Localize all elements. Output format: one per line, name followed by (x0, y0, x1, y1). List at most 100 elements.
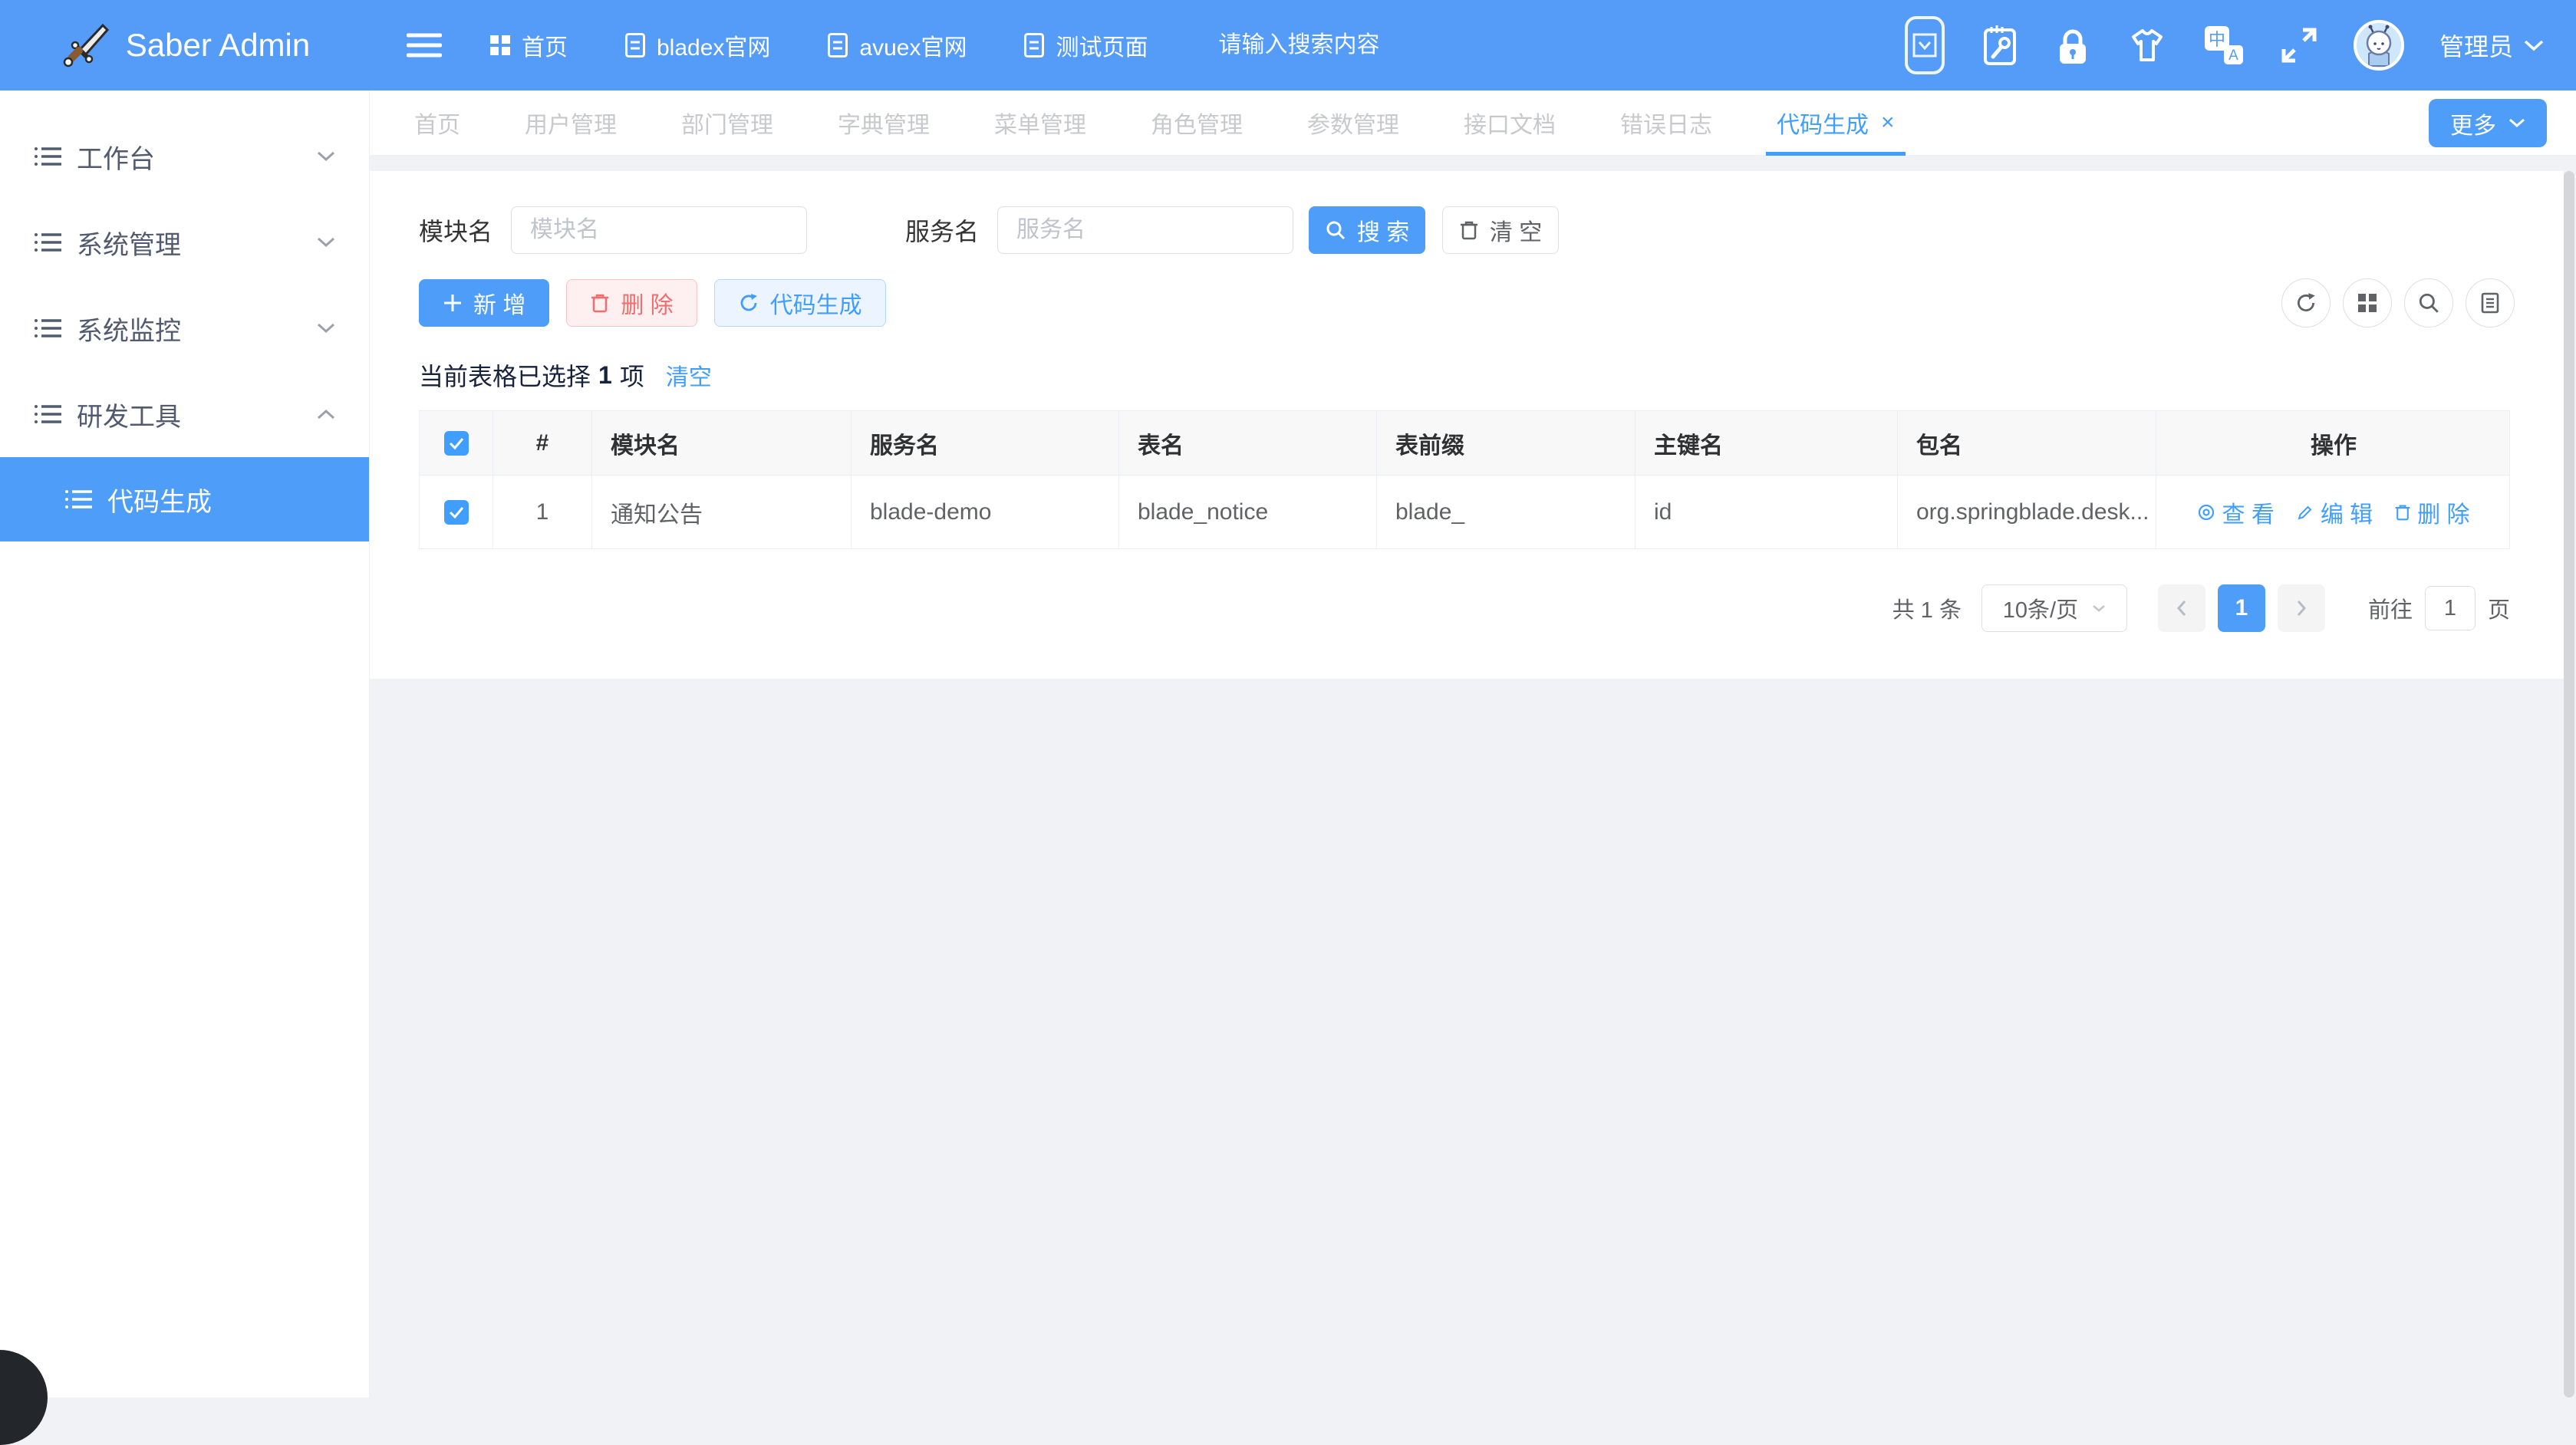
close-icon[interactable]: × (1881, 110, 1895, 136)
collapse-panel-icon[interactable] (1904, 15, 1945, 75)
goto-page-input[interactable] (2425, 586, 2476, 630)
sidebar-item-dev-tools[interactable]: 研发工具 (0, 371, 369, 457)
tab-error-log[interactable]: 错误日志 (1620, 91, 1712, 156)
edit-label: 编 辑 (2321, 495, 2373, 529)
search-button[interactable]: 搜 索 (1309, 206, 1425, 254)
view-link[interactable]: 查 看 (2197, 495, 2274, 529)
user-avatar[interactable] (2354, 20, 2404, 71)
header-checkbox-cell (420, 411, 493, 475)
prev-page-button[interactable] (2158, 584, 2205, 632)
select-all-checkbox[interactable] (444, 431, 469, 456)
pencil-icon (2296, 503, 2314, 522)
theme-shirt-icon[interactable] (2126, 28, 2168, 63)
sidebar-item-code-generation[interactable]: 代码生成 (0, 457, 369, 541)
page-size-select[interactable]: 10条/页 (1981, 584, 2127, 632)
refresh-icon[interactable] (2281, 278, 2331, 328)
translate-icon[interactable]: 中 A (2203, 25, 2245, 66)
edit-link[interactable]: 编 辑 (2296, 495, 2373, 529)
hamburger-menu-icon[interactable] (407, 32, 442, 58)
column-header-module: 模块名 (592, 411, 852, 475)
tabbar: 首页 用户管理 部门管理 字典管理 菜单管理 角色管理 参数管理 接口文档 错误… (370, 91, 2576, 156)
more-label: 更多 (2450, 107, 2496, 140)
cell-ops: 查 看 编 辑 (2156, 476, 2511, 548)
nav-item-home[interactable]: 首页 (489, 28, 568, 62)
list-icon (34, 403, 63, 426)
nav-item-avuex[interactable]: avuex官网 (827, 28, 967, 62)
tab-menu-management[interactable]: 菜单管理 (994, 91, 1086, 156)
codegen-button[interactable]: 代码生成 (714, 279, 886, 327)
vertical-scrollbar[interactable] (2564, 171, 2574, 1397)
tab-code-generation[interactable]: 代码生成 × (1777, 91, 1895, 156)
refresh-icon (738, 292, 759, 314)
nav-item-label: 测试页面 (1056, 28, 1148, 62)
list-icon (34, 317, 63, 340)
tab-home[interactable]: 首页 (414, 91, 460, 156)
delete-link[interactable]: 删 除 (2394, 495, 2469, 529)
selection-unit: 项 (620, 357, 644, 393)
selection-clear-link[interactable]: 清空 (666, 358, 712, 392)
brand-logo: Saber Admin (0, 0, 370, 91)
table-toolbar (2281, 278, 2515, 328)
tab-dept-management[interactable]: 部门管理 (681, 91, 773, 156)
module-name-label: 模块名 (419, 212, 492, 248)
list-icon (34, 145, 63, 168)
cell-service: blade-demo (852, 476, 1119, 548)
top-header: Saber Admin 首页 (0, 0, 2576, 91)
grid-icon (489, 35, 511, 56)
delete-button-label: 删 除 (621, 286, 673, 320)
module-name-input[interactable] (511, 206, 807, 254)
table-row: 1 通知公告 blade-demo blade_notice blade_ id… (420, 475, 2509, 549)
column-settings-icon[interactable] (2343, 278, 2392, 328)
tab-dict-management[interactable]: 字典管理 (838, 91, 930, 156)
search-toggle-icon[interactable] (2404, 278, 2453, 328)
selection-count: 1 (598, 361, 612, 390)
chevron-down-icon (2524, 39, 2544, 51)
table-header-row: # 模块名 服务名 表名 表前缀 主键名 包名 操作 (420, 411, 2509, 475)
trash-icon (2394, 503, 2411, 522)
clear-button-label: 清 空 (1490, 213, 1542, 247)
delete-label: 删 除 (2417, 495, 2469, 529)
service-name-input[interactable] (997, 206, 1293, 254)
nav-item-bladex[interactable]: bladex官网 (624, 28, 770, 62)
tab-label: 代码生成 (1777, 106, 1869, 140)
row-checkbox[interactable] (444, 500, 469, 525)
sidebar-item-system-management[interactable]: 系统管理 (0, 199, 369, 285)
main-area: 首页 用户管理 部门管理 字典管理 菜单管理 角色管理 参数管理 接口文档 错误… (370, 91, 2576, 1397)
sidebar-item-workbench[interactable]: 工作台 (0, 114, 369, 199)
nav-item-test-page[interactable]: 测试页面 (1023, 28, 1148, 62)
delete-button[interactable]: 删 除 (566, 279, 697, 327)
action-row: 新 增 删 除 代码生 (419, 278, 2515, 328)
tab-user-management[interactable]: 用户管理 (525, 91, 617, 156)
column-header-index: # (493, 411, 592, 475)
tab-role-management[interactable]: 角色管理 (1151, 91, 1243, 156)
saber-sword-icon (60, 21, 109, 70)
current-page-button[interactable]: 1 (2218, 584, 2265, 632)
package-text: org.springblade.desk... (1916, 499, 2149, 525)
lock-icon[interactable] (2054, 25, 2091, 66)
chevron-down-icon (317, 237, 335, 248)
more-button[interactable]: 更多 (2429, 99, 2547, 147)
user-dropdown[interactable]: 管理员 (2439, 28, 2544, 63)
column-header-service: 服务名 (852, 411, 1119, 475)
fullscreen-icon[interactable] (2280, 26, 2318, 64)
tab-api-docs[interactable]: 接口文档 (1464, 91, 1556, 156)
list-icon (64, 488, 94, 511)
cell-module: 通知公告 (592, 476, 852, 548)
debug-tools-icon[interactable] (1981, 24, 2019, 67)
add-button[interactable]: 新 增 (419, 279, 549, 327)
cell-table: blade_notice (1119, 476, 1377, 548)
nav-item-label: 首页 (522, 28, 568, 62)
add-button-label: 新 增 (473, 286, 525, 320)
sidebar-item-system-monitor[interactable]: 系统监控 (0, 285, 369, 371)
selection-text: 当前表格已选择 (419, 357, 591, 393)
clear-button[interactable]: 清 空 (1442, 206, 1559, 254)
user-name-label: 管理员 (2439, 28, 2513, 63)
header-search-input[interactable] (1218, 32, 1548, 58)
list-view-icon[interactable] (2466, 278, 2515, 328)
chevron-down-icon (2508, 118, 2525, 128)
chevron-up-icon (317, 409, 335, 420)
list-icon (34, 231, 63, 254)
next-page-button[interactable] (2278, 584, 2325, 632)
tab-param-management[interactable]: 参数管理 (1307, 91, 1399, 156)
service-name-label: 服务名 (905, 212, 979, 248)
